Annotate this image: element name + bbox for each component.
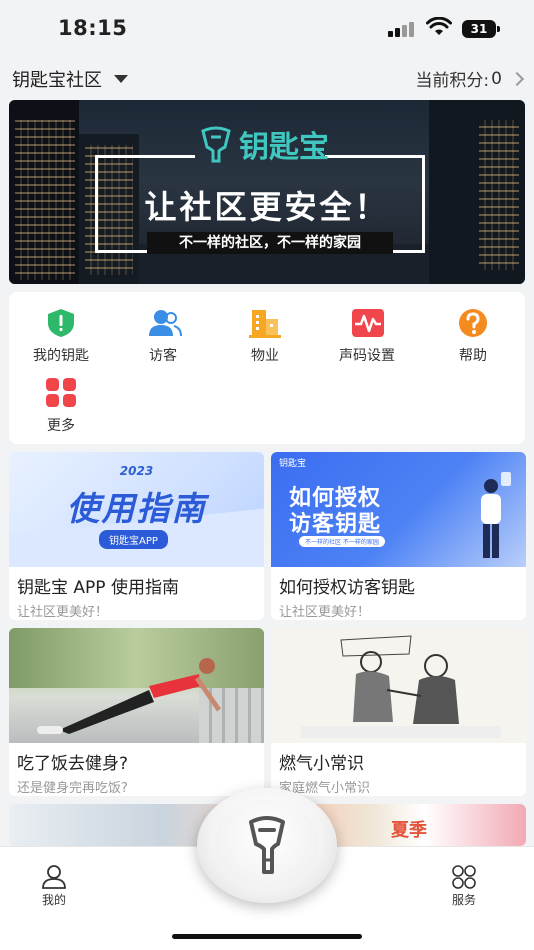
thumb-year: 2023 [119,464,154,478]
menu-label: 物业 [251,348,279,364]
menu-item-visitor[interactable]: 访客 [113,308,213,365]
banner-slogan: 让社区更安全！ [144,188,390,226]
person-illustration-icon [481,472,511,558]
tab-service[interactable]: 服务 [434,865,494,908]
top-header: 钥匙宝社区 当前积分: 0 [0,56,534,98]
help-icon [457,308,489,338]
thumb-tag: 钥匙宝APP [99,530,168,549]
center-key-button[interactable] [197,788,337,903]
community-name: 钥匙宝社区 [12,70,102,91]
status-time: 18:15 [58,16,128,40]
promo-banner[interactable]: 钥匙宝 让社区更安全！ 不一样的社区，不一样的家园 [9,100,525,284]
article-subtitle: 让社区更美好！ [279,605,371,620]
menu-item-soundcode-settings[interactable]: 声码设置 [317,308,417,365]
shield-icon [45,308,77,338]
battery-level: 31 [470,22,488,36]
community-selector[interactable]: 钥匙宝社区 [12,66,128,92]
menu-label: 声码设置 [339,348,395,364]
article-card-guide[interactable]: 2023 使用指南 钥匙宝APP 钥匙宝 APP 使用指南 让社区更美好！ [9,452,264,620]
menu-item-property[interactable]: 物业 [215,308,315,365]
thumb-brand: 钥匙宝 [279,459,307,469]
article-subtitle: 还是健身完再吃饭? [17,781,128,796]
menu-label: 帮助 [459,348,487,364]
battery-icon: 31 [462,20,500,38]
thumb-text: 夏季 [391,820,427,841]
points-value: 0 [491,68,502,89]
menu-item-more[interactable]: 更多 [11,378,111,435]
points-label: 当前积分: [415,71,490,91]
article-card-authorize[interactable]: 钥匙宝 如何授权 访客钥匙 不一样的社区 不一样的家园 如何授权访客钥匙 让社区… [271,452,526,620]
building-icon [249,308,281,338]
article-card-fitness[interactable]: 吃了饭去健身? 还是健身完再吃饭? [9,628,264,796]
banner-subtitle: 不一样的社区，不一样的家园 [147,232,393,254]
thumb-heading-2: 访客钥匙 [289,512,382,537]
visitor-icon [147,308,182,338]
key-logo-icon [201,126,231,163]
key-logo-icon [249,816,285,874]
article-title: 燃气小常识 [279,754,364,774]
function-menu: 我的钥匙 访客 物业 声码设置 帮助 更多 [9,292,525,444]
chevron-right-icon [509,71,525,86]
banner-brand-text: 钥匙宝 [239,130,329,165]
status-bar: 18:15 31 [0,0,534,56]
article-thumbnail [9,628,264,743]
wifi-icon [426,17,452,35]
thumb-heading: 使用指南 [66,489,207,528]
soundwave-icon [351,308,384,338]
menu-label: 更多 [47,418,75,434]
article-title: 钥匙宝 APP 使用指南 [17,578,179,598]
user-icon [42,865,66,889]
center-key-inner [215,800,319,888]
points-link[interactable]: 当前积分: 0 [415,66,525,91]
article-subtitle: 让社区更美好！ [17,605,109,620]
thumb-tag: 不一样的社区 不一样的家园 [299,536,385,547]
menu-item-help[interactable]: 帮助 [423,308,523,365]
caret-down-icon [114,75,128,83]
article-title: 吃了饭去健身? [17,754,129,774]
menu-label: 访客 [149,348,177,364]
article-thumbnail: 2023 使用指南 钥匙宝APP [9,452,264,567]
tab-mine[interactable]: 我的 [24,865,84,908]
article-thumbnail [271,628,526,743]
banner-brand: 钥匙宝 [199,122,329,166]
tab-label: 服务 [451,893,476,907]
cellular-signal-icon [388,21,416,37]
article-thumbnail: 钥匙宝 如何授权 访客钥匙 不一样的社区 不一样的家园 [271,452,526,567]
article-card-gas[interactable]: 燃气小常识 家庭燃气小常识 [271,628,526,796]
menu-label: 我的钥匙 [33,348,89,364]
home-indicator [172,934,362,939]
cartoon-illustration-icon [301,635,501,738]
article-title: 如何授权访客钥匙 [279,578,415,598]
woman-exercising-icon [37,658,222,734]
tab-label: 我的 [41,893,66,907]
grid-icon [45,378,77,408]
menu-item-my-keys[interactable]: 我的钥匙 [11,308,111,365]
grid-circles-icon [452,865,476,889]
article-subtitle: 家庭燃气小常识 [279,781,371,796]
